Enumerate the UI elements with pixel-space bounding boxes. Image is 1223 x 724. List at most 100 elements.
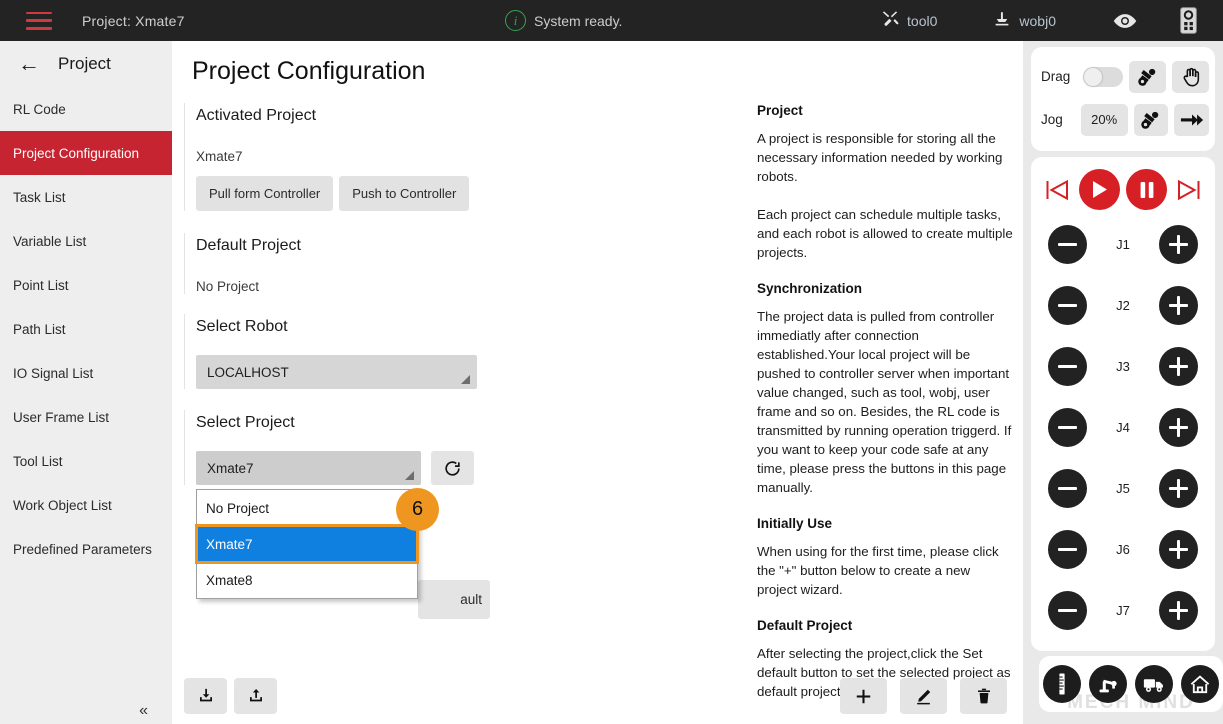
joint-row-j7: J7 (1031, 580, 1215, 641)
sidebar-collapse-icon[interactable]: « (139, 702, 148, 720)
select-robot-title: Select Robot (196, 314, 494, 336)
select-project-options-list: No Project Xmate7 Xmate8 (196, 489, 418, 599)
default-project-value: No Project (196, 279, 494, 294)
sidebar-item-label: Project Configuration (13, 146, 139, 161)
sidebar-item-label: Task List (13, 190, 66, 205)
transport-button[interactable] (1135, 665, 1173, 703)
edit-button[interactable] (900, 678, 947, 714)
teach-pendant-icon[interactable] (1180, 7, 1197, 34)
joint-label: J4 (1116, 420, 1130, 435)
joint-label: J5 (1116, 481, 1130, 496)
sidebar-item-predefined-parameters[interactable]: Predefined Parameters (0, 527, 172, 571)
sidebar-item-project-configuration[interactable]: Project Configuration (0, 131, 172, 175)
hand-drag-button[interactable] (1172, 61, 1209, 93)
select-project-dropdown[interactable]: Xmate7 (196, 451, 421, 485)
tool-selector[interactable]: tool0 (881, 10, 937, 31)
sidebar-item-user-frame-list[interactable]: User Frame List (0, 395, 172, 439)
sidebar-item-label: Tool List (13, 454, 63, 469)
delete-button[interactable] (960, 678, 1007, 714)
j7-plus-button[interactable] (1159, 591, 1198, 630)
info-circle-icon: i (505, 10, 526, 31)
j7-minus-button[interactable] (1048, 591, 1087, 630)
jog-axis-button[interactable] (1174, 104, 1209, 136)
calibration-button[interactable] (1043, 665, 1081, 703)
sidebar-back[interactable]: ← Project (0, 41, 172, 87)
sidebar-header-label: Project (58, 54, 111, 74)
import-button[interactable] (184, 678, 227, 714)
joint-row-j3: J3 (1031, 336, 1215, 397)
top-bar: Project: Xmate7 i System ready. tool0 (0, 0, 1223, 41)
annotation-badge-6: 6 (396, 488, 439, 531)
export-button[interactable] (234, 678, 277, 714)
help-text-project-2: Each project can schedule multiple tasks… (757, 205, 1013, 262)
sidebar-item-io-signal-list[interactable]: IO Signal List (0, 351, 172, 395)
skip-previous-icon[interactable] (1042, 175, 1072, 205)
refresh-projects-button[interactable] (431, 451, 474, 485)
sidebar-item-variable-list[interactable]: Variable List (0, 219, 172, 263)
sidebar-item-work-object-list[interactable]: Work Object List (0, 483, 172, 527)
sidebar-item-point-list[interactable]: Point List (0, 263, 172, 307)
sidebar-item-label: Work Object List (13, 498, 112, 513)
push-to-controller-button[interactable]: Push to Controller (339, 176, 469, 211)
sidebar-item-label: Path List (13, 322, 66, 337)
j4-minus-button[interactable] (1048, 408, 1087, 447)
activated-project-section: Activated Project Xmate7 Pull form Contr… (184, 103, 494, 211)
wobj-selector[interactable]: wobj0 (993, 10, 1056, 31)
sidebar-item-path-list[interactable]: Path List (0, 307, 172, 351)
option-xmate8[interactable]: Xmate8 (197, 562, 417, 598)
sidebar-item-label: Point List (13, 278, 69, 293)
j2-plus-button[interactable] (1159, 286, 1198, 325)
play-button[interactable] (1079, 169, 1120, 210)
help-panel: Project A project is responsible for sto… (757, 103, 1013, 720)
page-title: Project Configuration (192, 57, 425, 86)
help-heading-initially-use: Initially Use (757, 516, 1013, 531)
j6-minus-button[interactable] (1048, 530, 1087, 569)
eye-icon[interactable] (1112, 12, 1138, 30)
sidebar-item-task-list[interactable]: Task List (0, 175, 172, 219)
home-button[interactable] (1181, 665, 1219, 703)
jog-row: Jog 20% (1037, 98, 1209, 141)
drag-jog-card: Drag (1031, 47, 1215, 151)
j5-minus-button[interactable] (1048, 469, 1087, 508)
sidebar-item-rl-code[interactable]: RL Code (0, 87, 172, 131)
j1-minus-button[interactable] (1048, 225, 1087, 264)
sidebar-item-label: IO Signal List (13, 366, 93, 381)
select-project-section: Select Project ault Xmate7 No Project Xm… (184, 410, 494, 485)
pause-button[interactable] (1126, 169, 1167, 210)
j1-plus-button[interactable] (1159, 225, 1198, 264)
app-root: Project: Xmate7 i System ready. tool0 (0, 0, 1223, 724)
main-content: Project Configuration Activated Project … (172, 41, 1023, 724)
joint-row-j6: J6 (1031, 519, 1215, 580)
sidebar-item-label: Variable List (13, 234, 86, 249)
select-robot-dropdown[interactable]: LOCALHOST (196, 355, 477, 389)
select-robot-value: LOCALHOST (207, 365, 289, 380)
tool-label: tool0 (907, 13, 937, 29)
skip-next-icon[interactable] (1174, 175, 1204, 205)
option-xmate7[interactable]: Xmate7 (197, 526, 417, 562)
j3-plus-button[interactable] (1159, 347, 1198, 386)
jog-robot-mode-button[interactable] (1134, 104, 1169, 136)
robot-control-card: J1 J2 J3 J4 J5 (1031, 157, 1215, 651)
drag-robot-mode-button[interactable] (1129, 61, 1166, 93)
add-button[interactable] (840, 678, 887, 714)
import-export-toolbar (184, 678, 277, 714)
help-heading-project: Project (757, 103, 1013, 118)
sidebar: ← Project RL Code Project Configuration … (0, 41, 172, 724)
sync-button-row: Pull form Controller Push to Controller (196, 176, 494, 211)
system-status: i System ready. (505, 0, 622, 41)
option-no-project[interactable]: No Project (197, 490, 417, 526)
sidebar-item-tool-list[interactable]: Tool List (0, 439, 172, 483)
j4-plus-button[interactable] (1159, 408, 1198, 447)
j3-minus-button[interactable] (1048, 347, 1087, 386)
arrow-left-icon: ← (18, 53, 40, 75)
j2-minus-button[interactable] (1048, 286, 1087, 325)
pull-from-controller-button[interactable]: Pull form Controller (196, 176, 333, 211)
jog-speed-button[interactable]: 20% (1081, 104, 1128, 136)
set-default-button[interactable]: ault (418, 580, 490, 619)
robot-button[interactable] (1089, 665, 1127, 703)
j6-plus-button[interactable] (1159, 530, 1198, 569)
hamburger-icon[interactable] (26, 12, 52, 30)
j5-plus-button[interactable] (1159, 469, 1198, 508)
transport-controls (1031, 169, 1215, 214)
drag-toggle[interactable] (1083, 67, 1123, 87)
